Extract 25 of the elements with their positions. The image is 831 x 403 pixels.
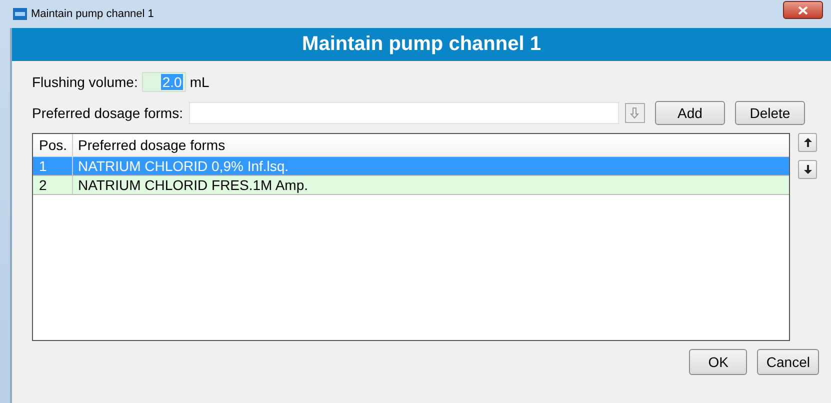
app-icon [13,8,27,20]
close-icon [798,6,808,14]
arrow-down-icon [804,165,812,174]
move-up-button[interactable] [798,133,817,152]
flushing-volume-label: Flushing volume: [32,74,138,90]
table-row[interactable]: 2 NATRIUM CHLORID FRES.1M Amp. [33,176,789,195]
table-cell: 1 [33,157,73,175]
dosage-forms-field[interactable] [188,102,619,124]
table-cell: 2 [33,176,73,194]
close-button[interactable] [783,1,823,19]
dosage-action-button[interactable]: Add [654,101,725,125]
dialog-button[interactable]: OK [689,349,748,375]
dosage-forms-label: Preferred dosage forms: [32,105,183,121]
move-down-button[interactable] [798,160,817,179]
dialog-button[interactable]: Cancel [757,349,819,375]
dialog-header: Maintain pump channel 1 [12,28,831,61]
column-header[interactable]: Preferred dosage forms [73,134,226,156]
arrow-up-icon [804,138,812,147]
dosage-action-button[interactable]: Delete [734,101,805,125]
table-cell-text: NATRIUM CHLORID FRES.1M Amp. [77,176,308,194]
unit-label: mL [190,74,210,90]
window-title: Maintain pump channel 1 [31,8,154,20]
table-cell-text: NATRIUM CHLORID 0,9% Inf.lsq. [77,157,289,175]
column-header[interactable]: Pos. [33,134,73,156]
arrow-down-icon [630,107,640,119]
